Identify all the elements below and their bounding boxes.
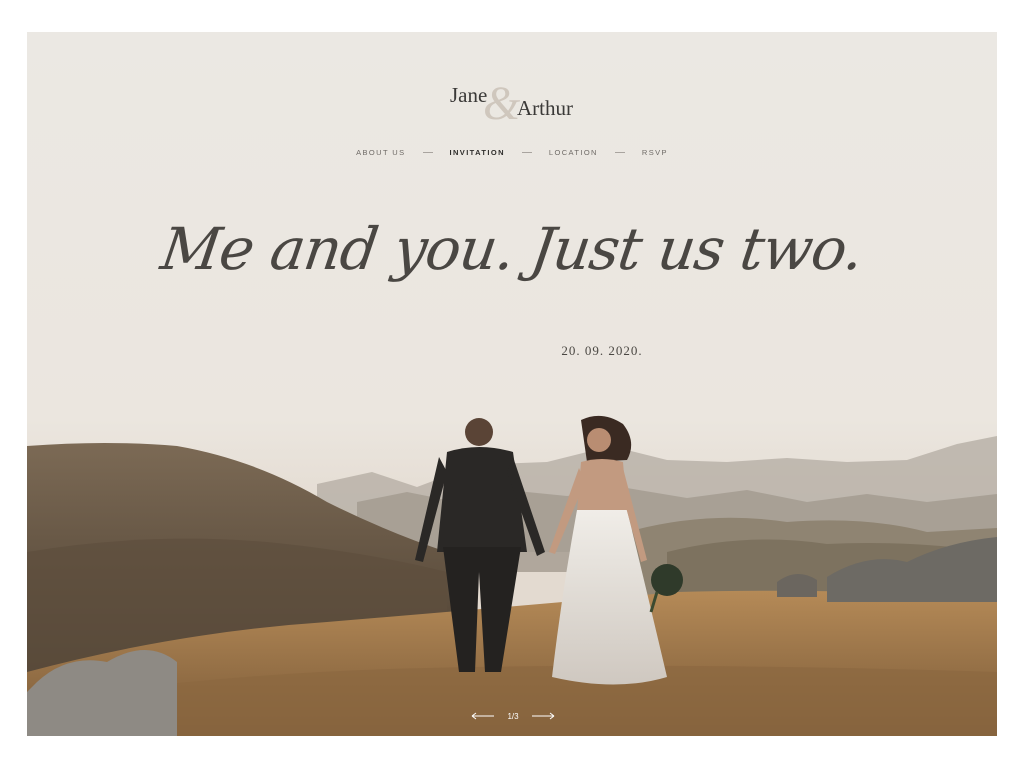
logo-first-name: Jane bbox=[450, 83, 488, 107]
arrow-left-icon[interactable] bbox=[471, 712, 495, 720]
nav-separator bbox=[422, 151, 433, 153]
nav-separator bbox=[614, 151, 625, 153]
nav-item-about-us[interactable]: ABOUT US bbox=[348, 148, 413, 157]
wedding-date: 20. 09. 2020. bbox=[561, 343, 643, 358]
logo-ampersand: & bbox=[483, 77, 521, 130]
hero-headline: Me and you. Just us two. bbox=[156, 215, 868, 283]
hero-section: Jane & Arthur ABOUT US INVITATION LOCATI… bbox=[27, 32, 997, 736]
nav-item-location[interactable]: LOCATION bbox=[541, 148, 606, 157]
nav-item-invitation[interactable]: INVITATION bbox=[442, 148, 513, 157]
logo-second-name: Arthur bbox=[517, 96, 573, 120]
main-nav: ABOUT US INVITATION LOCATION RSVP bbox=[27, 145, 997, 159]
arrow-right-icon[interactable] bbox=[531, 712, 555, 720]
slide-counter: 1/3 bbox=[507, 711, 519, 721]
hero-background-image bbox=[27, 32, 997, 736]
nav-separator bbox=[521, 151, 532, 153]
slider-controls: 1/3 bbox=[471, 709, 555, 723]
nav-item-rsvp[interactable]: RSVP bbox=[634, 148, 676, 157]
site-logo[interactable]: Jane & Arthur bbox=[437, 80, 587, 130]
